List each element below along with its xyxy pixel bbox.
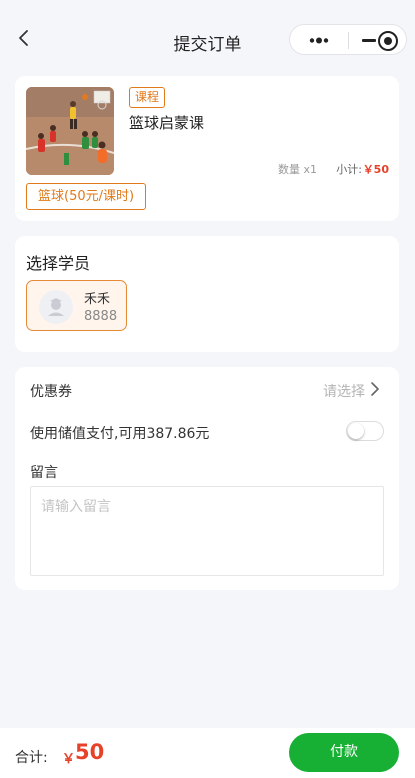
- student-section-title: 选择学员: [26, 254, 91, 273]
- avatar: [39, 290, 73, 324]
- message-label: 留言: [30, 465, 58, 481]
- student-option[interactable]: 禾禾 8888: [26, 280, 127, 331]
- order-options-section: 优惠券 请选择 使用储值支付,可用387.86元 留言: [15, 367, 399, 590]
- more-options-icon[interactable]: [302, 25, 338, 56]
- subtotal-label: 小计:: [336, 163, 362, 176]
- total-label: 合计:: [15, 750, 48, 766]
- subtotal-value: ￥50: [362, 163, 389, 176]
- basketball-photo-image: [26, 87, 114, 175]
- student-avatar-icon: [48, 298, 64, 316]
- quantity-text: 数量 x1: [277, 163, 317, 176]
- pay-button[interactable]: 付款: [289, 733, 399, 772]
- message-input[interactable]: [30, 486, 384, 576]
- checkout-bar: 合计: ￥ 50 付款: [0, 728, 415, 778]
- student-id: 8888: [84, 309, 118, 324]
- course-name: 篮球启蒙课: [129, 114, 205, 132]
- coupon-select[interactable]: 请选择: [323, 381, 365, 401]
- mini-program-capsule: [289, 24, 407, 55]
- close-program-icon[interactable]: [376, 29, 400, 53]
- course-thumbnail: [26, 87, 114, 175]
- course-type-tag: 课程: [129, 87, 166, 108]
- stored-value-label: 使用储值支付,可用387.86元: [30, 426, 210, 442]
- currency-symbol: ￥: [62, 752, 76, 767]
- toggle-knob: [348, 423, 364, 439]
- course-spec-tag[interactable]: 篮球(50元/课时): [26, 183, 147, 210]
- product-card: 课程 篮球启蒙课 数量 x1 小计: ￥50 篮球(50元/课时): [15, 76, 399, 221]
- student-section: 选择学员 禾禾 8888: [15, 236, 399, 352]
- student-name: 禾禾: [84, 292, 111, 307]
- chevron-right-icon[interactable]: [369, 380, 381, 398]
- capsule-divider: [348, 32, 349, 49]
- navigation-bar: 提交订单: [0, 0, 415, 76]
- total-amount: 50: [75, 740, 105, 764]
- coupon-label: 优惠券: [30, 384, 72, 400]
- stored-value-toggle[interactable]: [346, 421, 384, 441]
